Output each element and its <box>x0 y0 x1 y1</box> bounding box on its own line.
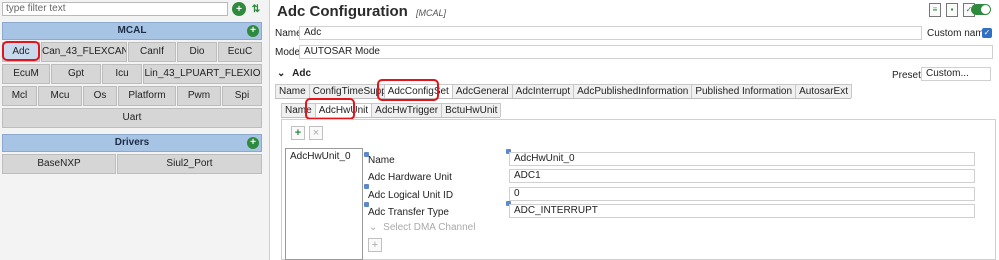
module-pwm[interactable]: Pwm <box>177 86 221 106</box>
add-dma-channel-button[interactable]: + <box>368 238 382 252</box>
module-can-43-flexcan[interactable]: Can_43_FLEXCAN <box>41 42 127 62</box>
module-siul2-port[interactable]: Siul2_Port <box>117 154 262 174</box>
list-item[interactable]: AdcHwUnit_0 <box>287 150 361 164</box>
hw-unit-name-field[interactable]: AdcHwUnit_0 <box>509 152 975 166</box>
module-os[interactable]: Os <box>83 86 117 106</box>
mode-field[interactable]: AUTOSAR Mode <box>299 45 993 59</box>
adc-section-label: Adc <box>292 68 312 79</box>
expand-icon: ⌄ <box>369 222 378 233</box>
tab-adc-published-information[interactable]: AdcPublishedInformation <box>573 84 693 98</box>
tab-adc-interrupt[interactable]: AdcInterrupt <box>511 84 575 98</box>
title-tag: [MCAL] <box>416 8 447 18</box>
document-icon[interactable]: ≡ <box>929 3 941 17</box>
drivers-header-label: Drivers <box>114 137 150 148</box>
module-gpt[interactable]: Gpt <box>51 64 101 84</box>
sort-icon[interactable]: ⇅ <box>249 2 263 16</box>
hw-unit-list: AdcHwUnit_0 <box>285 148 363 260</box>
configuration-editor: Adc Configuration [MCAL] ≡ ▪ ✓ Name Adc … <box>271 0 999 260</box>
module-ecuc[interactable]: EcuC <box>218 42 262 62</box>
add-icon[interactable]: + <box>232 2 246 16</box>
name-label: Name <box>275 28 302 39</box>
remove-item-button[interactable]: × <box>309 126 323 140</box>
preset-label: Preset <box>892 70 921 81</box>
module-spi[interactable]: Spi <box>222 86 262 106</box>
module-canif[interactable]: CanIf <box>128 42 176 62</box>
adc-config-set-highlight <box>377 79 439 101</box>
dma-channel-label: Select DMA Channel <box>383 222 476 233</box>
module-basenxp[interactable]: BaseNXP <box>2 154 116 174</box>
adc-section-header[interactable]: ⌄ Adc <box>277 68 311 79</box>
page-title: Adc Configuration <box>277 3 408 20</box>
logical-unit-id-field[interactable]: 0 <box>509 187 975 201</box>
module-mcl[interactable]: Mcl <box>2 86 37 106</box>
collapse-icon[interactable]: ⌄ <box>277 68 285 79</box>
preset-dropdown[interactable]: Custom... <box>921 67 991 81</box>
module-dio[interactable]: Dio <box>177 42 217 62</box>
enable-toggle[interactable] <box>971 4 991 15</box>
tab-name[interactable]: Name <box>275 84 310 98</box>
tab-published-information[interactable]: Published Information <box>691 84 797 98</box>
field-label-name: Name <box>368 155 395 166</box>
mcal-row-2: EcuM Gpt Icu Lin_43_LPUART_FLEXIO <box>2 64 262 84</box>
module-platform[interactable]: Platform <box>118 86 176 106</box>
mode-label: Mode <box>275 47 301 58</box>
mcal-header-label: MCAL <box>117 25 147 36</box>
add-driver-module-icon[interactable]: + <box>247 137 259 149</box>
module-ecum[interactable]: EcuM <box>2 64 50 84</box>
add-mcal-module-icon[interactable]: + <box>247 25 259 37</box>
pin-icon <box>364 184 369 189</box>
mcal-row-1: Adc Can_43_FLEXCAN CanIf Dio EcuC <box>2 42 262 62</box>
module-icu[interactable]: Icu <box>102 64 142 84</box>
add-item-button[interactable]: + <box>291 126 305 140</box>
tab-config-time-support[interactable]: ConfigTimeSuppor <box>308 84 385 98</box>
tab-autosar-ext[interactable]: AutosarExt <box>795 84 852 98</box>
drivers-row-1: BaseNXP Siul2_Port <box>2 154 262 174</box>
dma-channel-section[interactable]: ⌄ Select DMA Channel <box>369 222 475 233</box>
transfer-type-dropdown[interactable]: ADC_INTERRUPT <box>509 204 975 218</box>
tab-adc-general[interactable]: AdcGeneral <box>451 84 513 98</box>
lock-icon[interactable]: ▪ <box>946 3 958 17</box>
mcal-group-header[interactable]: MCAL + <box>2 22 262 40</box>
subtab-adc-hw-trigger[interactable]: AdcHwTrigger <box>371 103 443 117</box>
drivers-group-header[interactable]: Drivers + <box>2 134 262 152</box>
app-window: type filter text + ⇅ MCAL + Adc Can_43_F… <box>0 0 999 260</box>
custom-name-checkbox[interactable]: ✓ <box>982 28 992 38</box>
name-field[interactable]: Adc <box>299 26 922 40</box>
main-tabs: Name ConfigTimeSuppor AdcConfigSet AdcGe… <box>275 84 852 99</box>
module-palette: type filter text + ⇅ MCAL + Adc Can_43_F… <box>0 0 270 260</box>
subtab-bctu-hw-unit[interactable]: BctuHwUnit <box>441 103 502 117</box>
hardware-unit-field[interactable]: ADC1 <box>509 169 975 183</box>
field-label-hardware-unit: Adc Hardware Unit <box>368 172 452 183</box>
adc-hw-unit-highlight <box>305 98 355 120</box>
module-lin-43-lpuart-flexio[interactable]: Lin_43_LPUART_FLEXIO <box>143 64 262 84</box>
adc-highlight <box>2 41 40 61</box>
mcal-row-4: Uart <box>2 108 262 128</box>
field-label-transfer-type: Adc Transfer Type <box>368 207 449 218</box>
mcal-row-3: Mcl Mcu Os Platform Pwm Spi <box>2 86 262 106</box>
field-label-logical-unit-id: Adc Logical Unit ID <box>368 190 454 201</box>
filter-input[interactable]: type filter text <box>2 2 228 16</box>
module-uart[interactable]: Uart <box>2 108 262 128</box>
custom-name-label: Custom name <box>927 28 990 39</box>
module-mcu[interactable]: Mcu <box>38 86 82 106</box>
